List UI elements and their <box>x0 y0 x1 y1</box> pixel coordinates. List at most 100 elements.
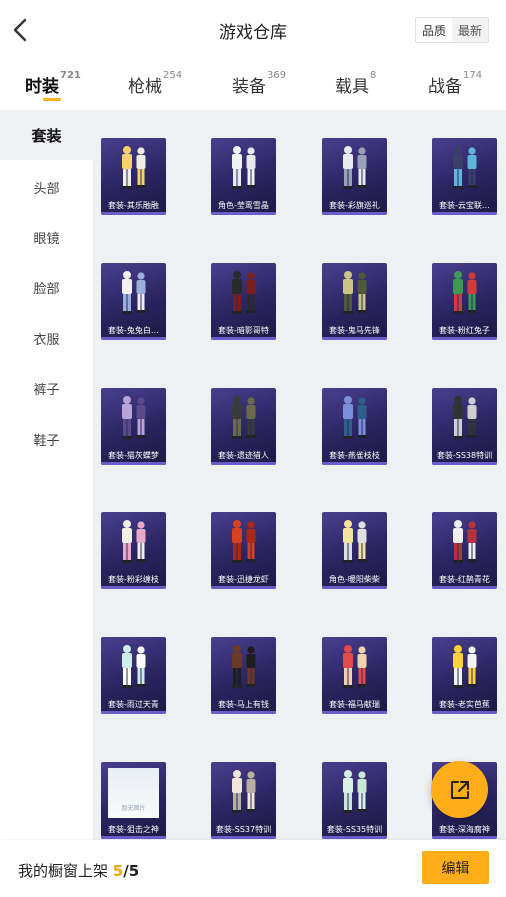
outfit-thumbnail-icon <box>122 396 146 439</box>
item-label: 角色-莹鸾雪晶 <box>218 201 269 210</box>
item-label: 套装-迅捷龙虾 <box>218 575 269 584</box>
category-tabs: 时装721 枪械254 装备369 载具8 战备174 <box>0 60 506 110</box>
rarity-bar <box>432 586 497 589</box>
item-label: 套装-SS35特训 <box>326 825 383 834</box>
subcategory-sidebar: 套装 头部 眼镜 脸部 衣服 裤子 鞋子 <box>0 110 93 840</box>
item-card[interactable]: 套装-燕雀枝枝 <box>322 388 387 465</box>
tab-label: 载具 <box>335 77 369 97</box>
item-label: 套装-粉彩缠枝 <box>108 575 159 584</box>
rarity-bar <box>211 462 276 465</box>
sidebar-item-glasses[interactable]: 眼镜 <box>0 212 93 262</box>
item-card[interactable]: 套装-云宝联… <box>432 138 497 215</box>
item-card[interactable]: 套装-迅捷龙虾 <box>211 512 276 589</box>
item-card[interactable]: 角色-莹鸾雪晶 <box>211 138 276 215</box>
tab-battle-prep[interactable]: 战备174 <box>428 70 483 97</box>
item-card[interactable]: 套装-福马献瑞 <box>322 637 387 714</box>
rarity-bar <box>101 462 166 465</box>
outfit-thumbnail-icon <box>232 271 256 314</box>
sidebar-item-face[interactable]: 脸部 <box>0 262 93 312</box>
item-label: 套装-燕雀枝枝 <box>329 451 380 460</box>
item-card[interactable]: 套装-雨过天青 <box>101 637 166 714</box>
item-card[interactable]: 套装-遗迹猎人 <box>211 388 276 465</box>
outfit-thumbnail-icon <box>122 645 146 688</box>
item-label: 套装-红鹊青花 <box>439 575 490 584</box>
item-label: 套装-遗迹猎人 <box>218 451 269 460</box>
item-card[interactable]: 套装-其乐融融 <box>101 138 166 215</box>
item-card[interactable]: 套装-粉红兔子 <box>432 263 497 340</box>
item-label: 套装-雨过天青 <box>108 700 159 709</box>
tab-equipment[interactable]: 装备369 <box>232 70 286 97</box>
item-label: 套装-福马献瑞 <box>329 700 380 709</box>
tab-count: 254 <box>163 70 183 81</box>
outfit-thumbnail-icon <box>122 271 146 314</box>
rarity-bar <box>211 711 276 714</box>
item-card[interactable]: 暂无图片套装-狙击之神 <box>101 762 166 839</box>
sidebar-item-shoes[interactable]: 鞋子 <box>0 414 93 464</box>
item-label: 套装-暗影哥特 <box>218 326 269 335</box>
rarity-bar <box>211 337 276 340</box>
item-label: 套装-SS38特训 <box>436 451 493 460</box>
item-label: 套装-马上有钱 <box>218 700 269 709</box>
item-label: 套装-深海腐神 <box>439 825 490 834</box>
rarity-bar <box>432 337 497 340</box>
showcase-label: 我的橱窗上架 <box>18 862 109 880</box>
rarity-bar <box>211 836 276 839</box>
item-card[interactable]: 套装-兔兔白… <box>101 263 166 340</box>
rarity-bar <box>322 836 387 839</box>
item-card[interactable]: 套装-暗影哥特 <box>211 263 276 340</box>
sidebar-item-pants[interactable]: 裤子 <box>0 363 93 413</box>
edit-button[interactable]: 编辑 <box>422 851 489 884</box>
outfit-thumbnail-icon <box>453 271 477 314</box>
rarity-bar <box>101 586 166 589</box>
item-card[interactable]: 套装-猫灰蝶梦 <box>101 388 166 465</box>
sidebar-item-suit[interactable]: 套装 <box>0 110 93 160</box>
tab-label: 时装 <box>25 77 59 97</box>
outfit-thumbnail-icon <box>122 520 146 563</box>
item-label: 套装-狙击之神 <box>108 825 159 834</box>
rarity-bar <box>432 462 497 465</box>
item-card[interactable]: 套装-SS35特训 <box>322 762 387 839</box>
item-card[interactable]: 套装-老实芭蕉 <box>432 637 497 714</box>
tab-label: 战备 <box>428 77 462 97</box>
tab-count: 174 <box>463 70 483 81</box>
active-tab-indicator <box>43 98 61 101</box>
tab-guns[interactable]: 枪械254 <box>128 70 183 97</box>
sidebar-item-clothes[interactable]: 衣服 <box>0 313 93 363</box>
tab-vehicles[interactable]: 载具8 <box>335 70 376 97</box>
tab-fashion[interactable]: 时装721 <box>25 70 81 101</box>
outfit-thumbnail-icon <box>232 396 256 439</box>
item-card[interactable]: 套装-红鹊青花 <box>432 512 497 589</box>
outfit-thumbnail-icon <box>232 770 256 813</box>
rarity-bar <box>432 836 497 839</box>
item-grid: 套装-其乐融融 角色-莹鸾雪晶 套装-彩旗巡礼 套装-云宝联… 套装-兔兔白… 套装-暗影… <box>93 110 506 840</box>
outfit-thumbnail-icon <box>343 396 367 439</box>
rarity-bar <box>322 586 387 589</box>
tab-count: 721 <box>60 70 81 81</box>
item-card[interactable]: 套装-粉彩缠枝 <box>101 512 166 589</box>
sort-newest-button[interactable]: 最新 <box>452 18 488 42</box>
showcase-total: 5 <box>128 862 140 880</box>
outfit-thumbnail-icon <box>453 146 477 189</box>
item-card[interactable]: 套装-彩旗巡礼 <box>322 138 387 215</box>
sort-quality-button[interactable]: 品质 <box>416 18 452 42</box>
item-card[interactable]: 套装-SS37特训 <box>211 762 276 839</box>
rarity-bar <box>211 212 276 215</box>
rarity-bar <box>432 711 497 714</box>
outfit-thumbnail-icon <box>343 271 367 314</box>
item-card[interactable]: 套装-马上有钱 <box>211 637 276 714</box>
item-card[interactable]: 角色-暖阳柴柴 <box>322 512 387 589</box>
share-button[interactable] <box>431 761 488 818</box>
rarity-bar <box>432 212 497 215</box>
item-label: 套装-粉红兔子 <box>439 326 490 335</box>
outfit-thumbnail-icon <box>232 520 256 563</box>
outfit-thumbnail-icon <box>232 146 256 189</box>
tab-label: 枪械 <box>128 77 162 97</box>
item-label: 套装-兔兔白… <box>108 326 159 335</box>
outfit-thumbnail-icon <box>343 770 367 813</box>
sidebar-item-head[interactable]: 头部 <box>0 162 93 212</box>
tab-label: 装备 <box>232 77 266 97</box>
image-placeholder: 暂无图片 <box>108 768 159 818</box>
item-card[interactable]: 套装-SS38特训 <box>432 388 497 465</box>
item-card[interactable]: 套装-鬼马先锋 <box>322 263 387 340</box>
share-external-icon <box>450 780 469 799</box>
